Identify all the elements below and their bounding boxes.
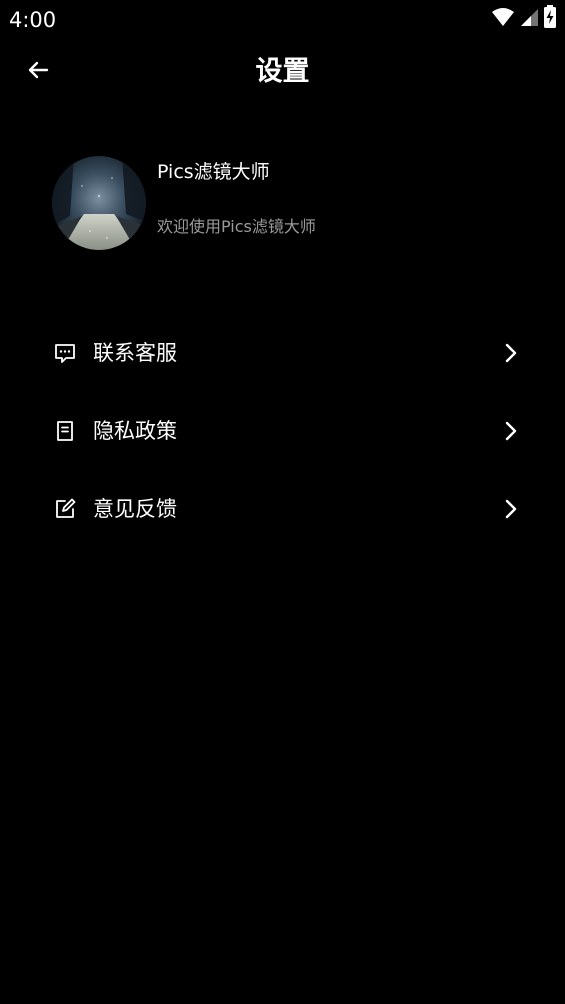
cell-signal-icon [519, 7, 539, 31]
status-time: 4:00 [9, 8, 57, 32]
menu-item-feedback[interactable]: 意见反馈 [0, 470, 565, 548]
menu-item-label: 联系客服 [93, 341, 177, 365]
chevron-right-icon [498, 419, 522, 443]
profile-name: Pics滤镜大师 [157, 161, 270, 183]
edit-icon [52, 496, 78, 522]
battery-charging-icon [543, 5, 557, 33]
document-icon [52, 418, 78, 444]
menu-item-privacy-policy[interactable]: 隐私政策 [0, 392, 565, 470]
wifi-icon [491, 6, 515, 32]
status-bar: 4:00 [0, 0, 565, 40]
chat-bubble-icon [52, 340, 78, 366]
avatar [52, 156, 146, 250]
menu-item-label: 意见反馈 [93, 497, 177, 521]
profile-subtitle: 欢迎使用Pics滤镜大师 [157, 217, 316, 236]
settings-menu: 联系客服 隐私政策 意见反馈 [0, 314, 565, 548]
chevron-right-icon [498, 497, 522, 521]
status-icons [491, 5, 557, 33]
chevron-right-icon [498, 341, 522, 365]
page-title: 设置 [255, 56, 310, 87]
app-bar: 设置 [0, 40, 565, 104]
profile-card: Pics滤镜大师 欢迎使用Pics滤镜大师 [52, 156, 512, 252]
menu-item-label: 隐私政策 [93, 419, 177, 443]
menu-item-contact-service[interactable]: 联系客服 [0, 314, 565, 392]
